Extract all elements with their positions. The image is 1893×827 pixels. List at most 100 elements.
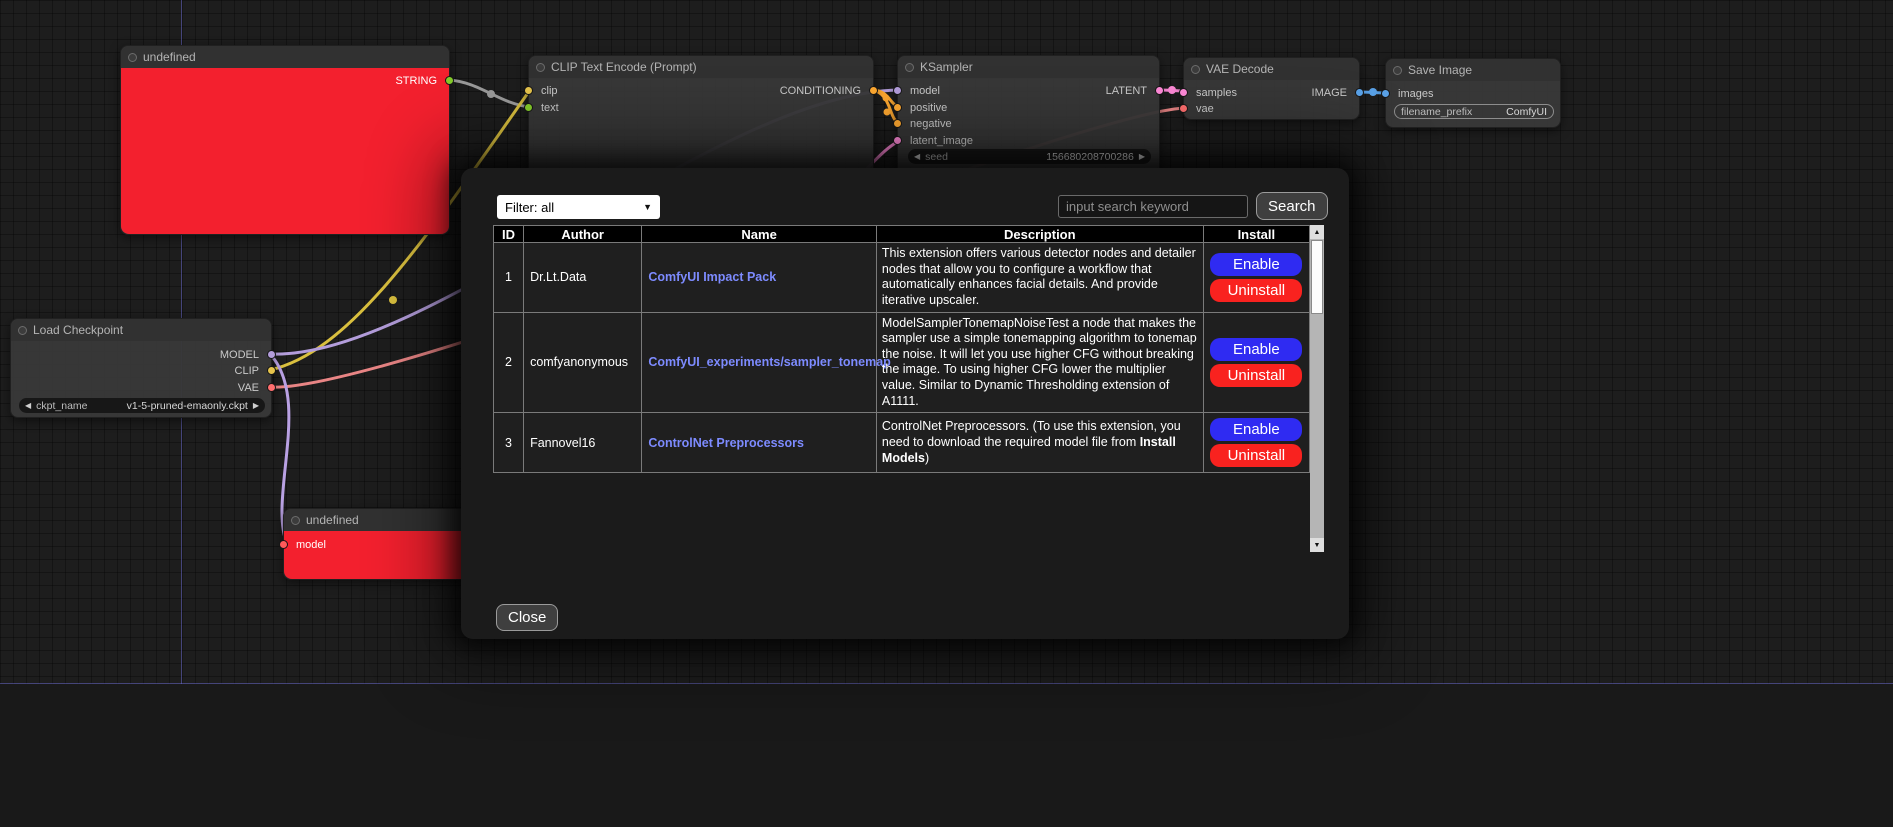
column-header-name: Name (642, 226, 877, 243)
node-title: undefined (143, 50, 196, 64)
link-dot-conditioning-1 (883, 95, 890, 102)
input-port-model[interactable] (279, 540, 288, 549)
output-port-vae[interactable] (267, 383, 276, 392)
input-port-samples[interactable] (1179, 88, 1188, 97)
output-label-latent: LATENT (1106, 84, 1147, 98)
extension-link[interactable]: ControlNet Preprocessors (648, 436, 804, 450)
input-port-positive[interactable] (893, 103, 902, 112)
node-title: CLIP Text Encode (Prompt) (551, 60, 697, 74)
node-clip-text-encode-header[interactable]: CLIP Text Encode (Prompt) (529, 56, 873, 78)
ckpt-name-widget[interactable]: ◀ ckpt_name v1-5-pruned-emaonly.ckpt ▶ (19, 398, 265, 413)
node-save-image-header[interactable]: Save Image (1386, 59, 1560, 81)
column-header-id: ID (494, 226, 524, 243)
node-undefined-top-header[interactable]: undefined (121, 46, 449, 68)
next-option-arrow-icon[interactable]: ▶ (253, 402, 259, 410)
input-label-model: model (296, 538, 326, 552)
decrement-arrow-icon[interactable]: ◀ (914, 153, 920, 161)
cell-id: 1 (494, 243, 524, 313)
enable-button[interactable]: Enable (1210, 418, 1302, 441)
table-header-row: ID Author Name Description Install (494, 226, 1310, 243)
select-caret-icon: ▼ (643, 202, 652, 212)
cell-description: ControlNet Preprocessors. (To use this e… (876, 413, 1203, 473)
node-collapse-dot[interactable] (1191, 65, 1200, 74)
cell-description: This extension offers various detector n… (876, 243, 1203, 313)
scrollbar-thumb[interactable] (1311, 240, 1323, 314)
extension-row: 3 Fannovel16 ControlNet Preprocessors Co… (494, 413, 1310, 473)
search-button[interactable]: Search (1256, 192, 1328, 220)
output-label-clip: CLIP (235, 364, 259, 378)
output-label-string: STRING (395, 74, 437, 88)
node-collapse-dot[interactable] (1393, 66, 1402, 75)
enable-button[interactable]: Enable (1210, 338, 1302, 361)
increment-arrow-icon[interactable]: ▶ (1139, 153, 1145, 161)
input-label-model: model (910, 84, 940, 98)
input-label-positive: positive (910, 101, 947, 115)
node-vae-decode[interactable]: VAE Decode samples vae IMAGE (1183, 57, 1360, 120)
uninstall-button[interactable]: Uninstall (1210, 444, 1302, 467)
node-collapse-dot[interactable] (905, 63, 914, 72)
close-button[interactable]: Close (496, 604, 558, 631)
scroll-up-icon[interactable]: ▲ (1310, 225, 1324, 239)
output-port-string[interactable] (445, 76, 454, 85)
enable-button[interactable]: Enable (1210, 253, 1302, 276)
link-dot-image (1369, 88, 1377, 96)
node-save-image[interactable]: Save Image images filename_prefix ComfyU… (1385, 58, 1561, 128)
prev-option-arrow-icon[interactable]: ◀ (25, 402, 31, 410)
node-undefined-top[interactable]: undefined STRING (120, 45, 450, 235)
output-port-image[interactable] (1355, 88, 1364, 97)
node-collapse-dot[interactable] (536, 63, 545, 72)
link-dot-conditioning-2 (884, 109, 891, 116)
node-load-checkpoint[interactable]: Load Checkpoint MODEL CLIP VAE ◀ ckpt_na… (10, 318, 272, 418)
filename-prefix-label: filename_prefix (1401, 106, 1472, 118)
column-header-description: Description (876, 226, 1203, 243)
node-vae-decode-header[interactable]: VAE Decode (1184, 58, 1359, 80)
node-ksampler-header[interactable]: KSampler (898, 56, 1159, 78)
input-label-images: images (1398, 87, 1433, 101)
cell-id: 3 (494, 413, 524, 473)
node-title: undefined (306, 513, 359, 527)
filename-prefix-widget[interactable]: filename_prefix ComfyUI (1394, 104, 1554, 119)
search-input[interactable] (1058, 195, 1248, 218)
input-port-model[interactable] (893, 86, 902, 95)
input-port-images[interactable] (1381, 89, 1390, 98)
output-port-clip[interactable] (267, 366, 276, 375)
output-label-conditioning: CONDITIONING (780, 84, 861, 98)
extension-link[interactable]: ComfyUI_experiments/sampler_tonemap (648, 355, 890, 369)
input-label-clip: clip (541, 84, 558, 98)
table-scrollbar[interactable]: ▲ ▼ (1310, 225, 1324, 552)
output-port-conditioning[interactable] (869, 86, 878, 95)
link-dot-clip (389, 296, 397, 304)
output-label-image: IMAGE (1312, 86, 1347, 100)
link-dot-latent (1168, 86, 1176, 94)
node-title: VAE Decode (1206, 62, 1274, 76)
ckpt-name-label: ckpt_name (36, 400, 87, 412)
output-port-latent[interactable] (1155, 86, 1164, 95)
extension-table: ID Author Name Description Install 1 Dr.… (493, 225, 1324, 552)
column-header-install: Install (1203, 226, 1309, 243)
node-error-body (121, 68, 449, 234)
input-port-text[interactable] (524, 103, 533, 112)
extension-link[interactable]: ComfyUI Impact Pack (648, 270, 776, 284)
node-title: Save Image (1408, 63, 1472, 77)
node-collapse-dot[interactable] (291, 516, 300, 525)
input-port-vae[interactable] (1179, 104, 1188, 113)
seed-widget[interactable]: ◀ seed 156680208700286 ▶ (908, 149, 1151, 164)
node-collapse-dot[interactable] (18, 326, 27, 335)
node-title: Load Checkpoint (33, 323, 123, 337)
input-port-negative[interactable] (893, 119, 902, 128)
input-label-text: text (541, 101, 559, 115)
input-port-latent-image[interactable] (893, 136, 902, 145)
scroll-down-icon[interactable]: ▼ (1310, 538, 1324, 552)
manager-dialog: Filter: all ▼ Search ID Author Name Desc… (461, 168, 1349, 639)
filter-select[interactable]: Filter: all ▼ (497, 195, 660, 219)
uninstall-button[interactable]: Uninstall (1210, 279, 1302, 302)
node-collapse-dot[interactable] (128, 53, 137, 62)
filter-select-value: Filter: all (505, 200, 554, 215)
input-port-clip[interactable] (524, 86, 533, 95)
uninstall-button[interactable]: Uninstall (1210, 364, 1302, 387)
cell-author: comfyanonymous (524, 312, 642, 413)
input-label-vae: vae (1196, 102, 1214, 116)
output-port-model[interactable] (267, 350, 276, 359)
node-load-checkpoint-header[interactable]: Load Checkpoint (11, 319, 271, 341)
output-label-vae: VAE (238, 381, 259, 395)
